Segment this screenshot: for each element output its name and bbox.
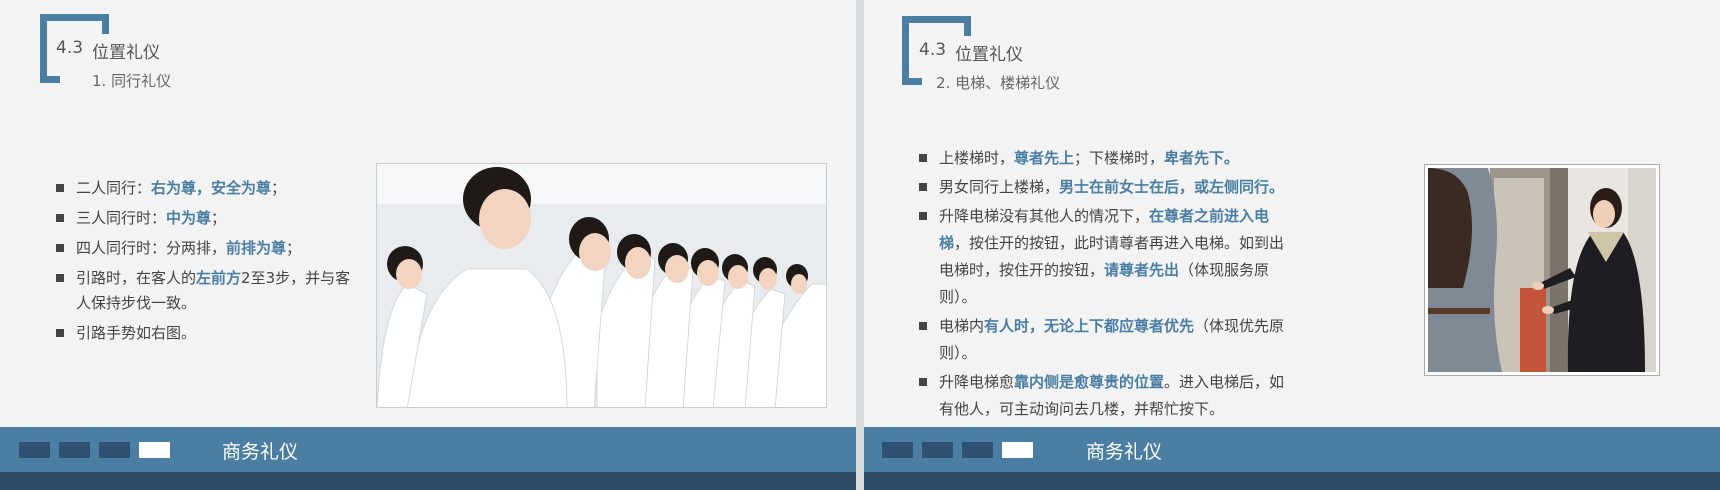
footer-square <box>19 442 50 458</box>
bullet-item: 二人同行：右为尊，安全为尊； <box>56 176 356 201</box>
highlight-text: 中为尊 <box>166 209 212 227</box>
bullet-item: 引路手势如右图。 <box>56 321 356 346</box>
bullet-item: 上楼梯时，尊者先上；下楼梯时，卑者先下。 <box>919 145 1299 172</box>
footer-square <box>962 442 993 458</box>
footer-square <box>59 442 90 458</box>
highlight-text: 男士在前女士在后，或左侧同行。 <box>1059 178 1285 196</box>
footer-square <box>882 442 913 458</box>
bullet-item: 电梯内有人时，无论上下都应尊者优先（体现优先原则）。 <box>919 313 1299 367</box>
footer-label: 商务礼仪 <box>222 441 299 463</box>
highlight-text: 卑者先下。 <box>1164 149 1240 167</box>
highlight-text: 尊者先上 <box>1014 149 1075 167</box>
highlight-text: 前排为尊 <box>226 239 287 257</box>
highlight-text: 左前方 <box>196 269 242 287</box>
footer-square-active <box>139 442 170 458</box>
section-number: 4.3 <box>919 40 947 60</box>
bullet-item: 升降电梯愈靠内侧是愈尊贵的位置。进入电梯后，如有他人，可主动询问去几楼，并帮忙按… <box>919 369 1299 423</box>
section-title: 位置礼仪 <box>92 43 160 63</box>
footer-square-active <box>1002 442 1033 458</box>
slide-right: 4.3 位置礼仪 2. 电梯、楼梯礼仪 上楼梯时，尊者先上；下楼梯时，卑者先下。… <box>864 0 1720 490</box>
footer-strip <box>864 472 1720 490</box>
footer-bar: 商务礼仪 <box>864 427 1720 472</box>
photo-illustration <box>1428 168 1656 372</box>
footer-bar: 商务礼仪 <box>0 427 856 472</box>
photo-illustration <box>377 164 826 407</box>
bullet-list: 二人同行：右为尊，安全为尊； 三人同行时：中为尊； 四人同行时：分两排，前排为尊… <box>56 176 356 351</box>
bullet-item: 四人同行时：分两排，前排为尊； <box>56 236 356 261</box>
bullet-item: 引路时，在客人的左前方2至3步，并与客人保持步伐一致。 <box>56 266 356 316</box>
section-number: 4.3 <box>56 38 84 58</box>
subtitle: 2. 电梯、楼梯礼仪 <box>936 74 1061 92</box>
highlight-text: 右为尊，安全为尊 <box>151 179 272 197</box>
footer-square <box>922 442 953 458</box>
highlight-text: 靠内侧是愈尊贵的位置 <box>1014 373 1165 391</box>
photo-row-of-women <box>376 163 827 408</box>
section-title: 位置礼仪 <box>955 45 1023 65</box>
photo-elevator-guiding <box>1425 165 1659 375</box>
footer-strip <box>0 472 856 490</box>
footer-square <box>99 442 130 458</box>
footer-label: 商务礼仪 <box>1086 441 1163 463</box>
highlight-text: 请尊者先出 <box>1104 261 1180 279</box>
bullet-item: 男女同行上楼梯，男士在前女士在后，或左侧同行。 <box>919 174 1299 201</box>
subtitle: 1. 同行礼仪 <box>92 72 172 90</box>
bullet-item: 升降电梯没有其他人的情况下，在尊者之前进入电梯，按住开的按钮，此时请尊者再进入电… <box>919 203 1299 311</box>
highlight-text: 有人时，无论上下都应尊者优先 <box>984 317 1195 335</box>
slide-left: 4.3 位置礼仪 1. 同行礼仪 二人同行：右为尊，安全为尊； 三人同行时：中为… <box>0 0 856 490</box>
bullet-item: 三人同行时：中为尊； <box>56 206 356 231</box>
bullet-list: 上楼梯时，尊者先上；下楼梯时，卑者先下。 男女同行上楼梯，男士在前女士在后，或左… <box>919 145 1299 425</box>
